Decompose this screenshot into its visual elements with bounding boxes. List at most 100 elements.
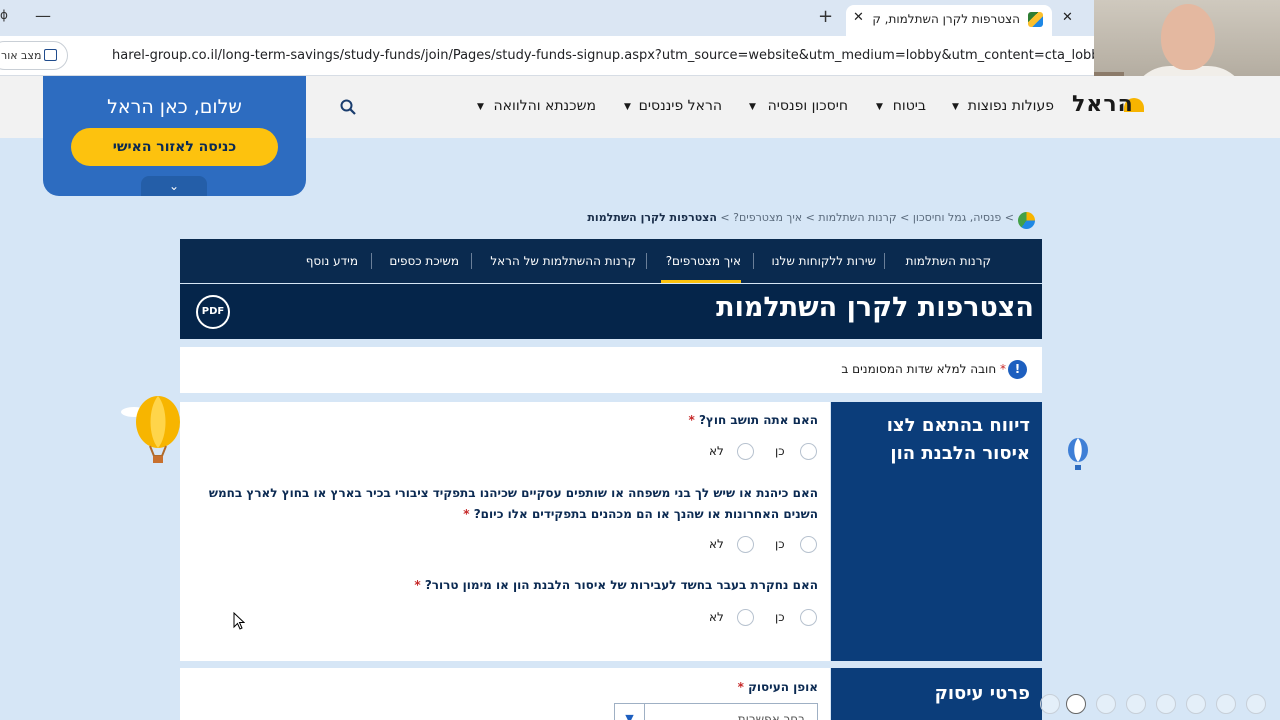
divider: [753, 253, 754, 269]
nav-item-common-actions[interactable]: פעולות נפוצות: [968, 98, 1054, 114]
breadcrumb-current: הצטרפות לקרן השתלמות: [587, 211, 717, 224]
active-tab-indicator: [661, 280, 741, 283]
question-text: האם כיהנת או שיש לך בני משפחה או שותפים …: [208, 486, 818, 521]
chevron-down-icon: ▼: [477, 102, 484, 112]
aml-section-body: [180, 402, 830, 661]
divider: [884, 253, 885, 269]
expand-chevron-icon[interactable]: ⌄: [141, 176, 207, 196]
reader-mode-button[interactable]: מצב אור: [0, 41, 68, 70]
required-note-label: חובה למלא שדות המסומנים ב: [841, 362, 997, 376]
radio-no-label: לא: [709, 537, 724, 551]
radio-no[interactable]: [737, 609, 754, 626]
divider: [646, 253, 647, 269]
select-placeholder: בחר אפשרות: [737, 712, 805, 720]
tab-more-info[interactable]: מידע נוסף: [306, 254, 358, 268]
radio-no[interactable]: [737, 443, 754, 460]
divider: [471, 253, 472, 269]
question-text: האם נחקרת בעבר בחשד לעבירות של איסור הלב…: [424, 578, 818, 592]
section-subnav: קרנות השתלמות שירות ללקוחות שלנו איך מצט…: [180, 239, 1042, 283]
field-label: אופן העיסוק: [748, 680, 818, 694]
employment-section-header: פרטי עיסוק: [831, 668, 1042, 720]
employment-type-label: אופן העיסוק *: [518, 677, 818, 698]
screen-icon[interactable]: [1096, 694, 1116, 714]
employment-section-title: פרטי עיסוק: [934, 683, 1030, 704]
radio-yes-label: כן: [775, 537, 785, 551]
page-title-bar: הצטרפות לקרן השתלמות PDF: [180, 284, 1042, 339]
search-icon[interactable]: [340, 99, 356, 115]
radio-yes-label: כן: [775, 610, 785, 624]
tab-title: הצטרפות לקרן השתלמות, קרנו: [872, 12, 1020, 26]
url-field[interactable]: harel-group.co.il/long-term-savings/stud…: [112, 48, 1094, 63]
hot-air-balloon-small-icon: [1068, 438, 1088, 470]
question-text: האם אתה תושב חוץ?: [698, 413, 818, 427]
aml-section-header: דיווח בהתאם לצו איסור הלבנת הון: [831, 402, 1042, 661]
breadcrumb: > פנסיה, גמל וחיסכון > קרנות השתלמות > א…: [587, 211, 1014, 224]
tab-harel-study-funds[interactable]: קרנות ההשתלמות של הראל: [490, 254, 636, 268]
required-note-text: * חובה למלא שדות המסומנים ב: [841, 362, 1006, 376]
chevron-down-icon: ▼: [615, 704, 645, 720]
tab-study-funds[interactable]: קרנות השתלמות: [906, 254, 991, 268]
pdf-download-icon[interactable]: PDF: [196, 295, 230, 329]
tab-how-to-join[interactable]: איך מצטרפים?: [666, 254, 741, 268]
close-tab-icon[interactable]: ✕: [853, 10, 864, 25]
site-logo[interactable]: הראל: [1072, 92, 1134, 117]
nav-item-harel-finance[interactable]: הראל פיננסים: [639, 98, 722, 114]
personal-area-card: שלום, כאן הראל כניסה לאזור האישי ⌄: [43, 76, 306, 196]
required-fields-note: * חובה למלא שדות המסומנים ב !: [180, 347, 1042, 393]
prev-icon[interactable]: [1216, 694, 1236, 714]
minimize-icon[interactable]: —: [35, 6, 51, 25]
browser-tab-bar: ɸ — + ✕ הצטרפות לקרן השתלמות, קרנו ✕: [0, 0, 1280, 36]
required-star: *: [688, 413, 695, 427]
chevron-down-icon: ▼: [876, 102, 883, 112]
radio-yes[interactable]: [800, 443, 817, 460]
required-star: *: [414, 578, 421, 592]
pen-icon[interactable]: [1186, 694, 1206, 714]
question-foreign-resident: האם אתה תושב חוץ? *: [418, 410, 818, 431]
radio-yes[interactable]: [800, 609, 817, 626]
browser-tab-active[interactable]: ✕ הצטרפות לקרן השתלמות, קרנו: [846, 5, 1052, 36]
required-star: *: [463, 507, 470, 521]
zoom-icon[interactable]: [1126, 694, 1146, 714]
required-star: *: [737, 680, 744, 694]
toolbar-back-icon[interactable]: [1040, 694, 1060, 714]
page-title: הצטרפות לקרן השתלמות: [716, 292, 1034, 323]
breadcrumb-links[interactable]: > פנסיה, גמל וחיסכון > קרנות השתלמות > א…: [717, 211, 1014, 224]
mouse-cursor-icon: [233, 612, 245, 630]
nav-item-mortgage-loan[interactable]: משכנתא והלוואה: [494, 98, 597, 114]
radio-no-label: לא: [709, 610, 724, 624]
nav-item-insurance[interactable]: ביטוח: [893, 98, 926, 114]
camera-icon[interactable]: [1066, 694, 1086, 714]
aml-section-title: דיווח בהתאם לצו איסור הלבנת הון: [886, 415, 1030, 464]
question-money-laundering: האם נחקרת בעבר בחשד לעבירות של איסור הלב…: [298, 575, 818, 596]
required-star: *: [1000, 362, 1006, 376]
personal-area-login-button[interactable]: כניסה לאזור האישי: [71, 128, 278, 166]
greeting-text: שלום, כאן הראל: [107, 96, 242, 118]
reader-mode-icon: [44, 49, 57, 61]
new-tab-button[interactable]: +: [818, 6, 833, 27]
webcam-person-head: [1161, 4, 1215, 70]
chevron-down-icon: ▼: [624, 102, 631, 112]
reader-mode-label: מצב אור: [1, 49, 42, 62]
nav-item-savings-pension[interactable]: חיסכון ופנסיה: [768, 98, 848, 114]
tab-withdrawals[interactable]: משיכת כספים: [389, 254, 459, 268]
divider: [371, 253, 372, 269]
chevron-down-icon: ▼: [952, 102, 959, 112]
hot-air-balloon-icon: [121, 396, 180, 463]
radio-no-label: לא: [709, 444, 724, 458]
tab-edge-icon[interactable]: ɸ: [0, 8, 8, 22]
address-bar: מצב אור harel-group.co.il/long-term-savi…: [0, 36, 1280, 76]
home-logo-icon[interactable]: [1018, 212, 1035, 229]
recording-toolbar: [1040, 694, 1280, 716]
favicon-icon: [1028, 12, 1043, 27]
next-icon[interactable]: [1246, 694, 1266, 714]
question-public-office: האם כיהנת או שיש לך בני משפחה או שותפים …: [198, 483, 818, 525]
employment-type-select[interactable]: ▼ בחר אפשרות: [614, 703, 818, 720]
tab-customer-service[interactable]: שירות ללקוחות שלנו: [771, 254, 876, 268]
copy-icon[interactable]: [1156, 694, 1176, 714]
radio-yes[interactable]: [800, 536, 817, 553]
close-window-icon[interactable]: ✕: [1062, 10, 1073, 25]
chevron-down-icon: ▼: [749, 102, 756, 112]
radio-yes-label: כן: [775, 444, 785, 458]
radio-no[interactable]: [737, 536, 754, 553]
info-icon: !: [1008, 360, 1027, 379]
